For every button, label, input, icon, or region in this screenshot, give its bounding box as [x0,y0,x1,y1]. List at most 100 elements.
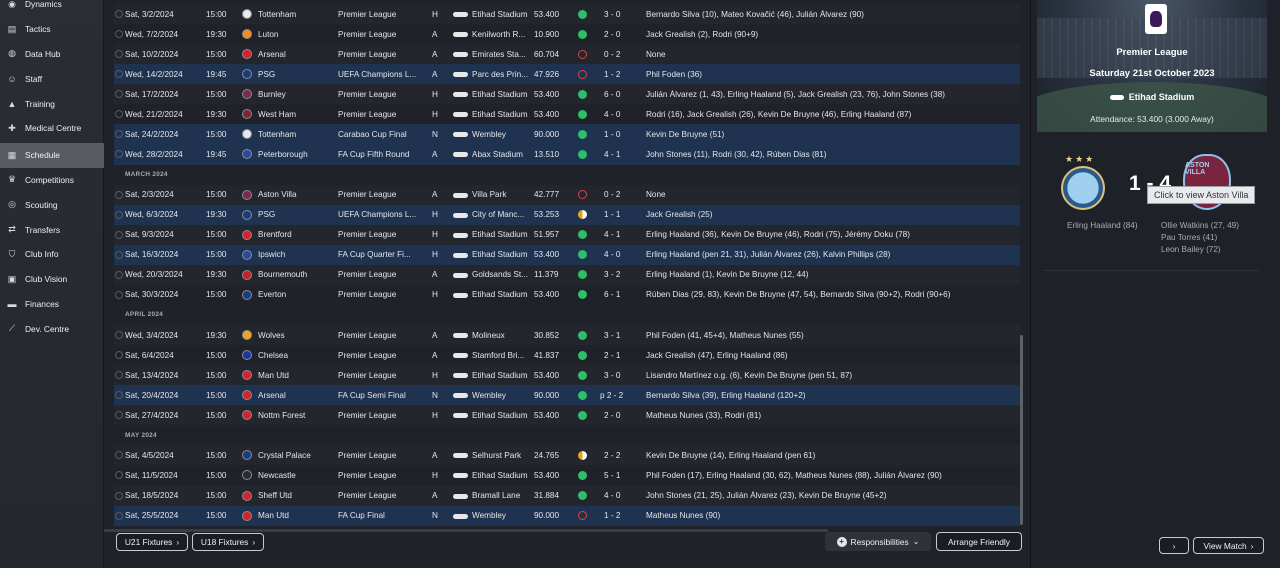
fixture-row[interactable]: Sat, 17/2/2024 15:00 Burnley Premier League… [114,84,1020,105]
arrange-friendly-button[interactable]: Arrange Friendly [936,532,1022,551]
select-checkbox[interactable] [115,411,123,420]
competition-name[interactable]: FA Cup Fifth Round [338,150,422,159]
select-checkbox[interactable] [115,210,123,219]
select-checkbox[interactable] [115,511,123,520]
competition-name[interactable]: Premier League [338,110,422,119]
select-checkbox[interactable] [115,50,123,59]
select-checkbox[interactable] [115,270,123,279]
u21-fixtures-button[interactable]: U21 Fixtures › [116,533,188,551]
fixture-row[interactable]: Sat, 27/4/2024 15:00 Nottm Forest Premier L… [114,405,1020,426]
opponent-name[interactable]: PSG [258,70,342,79]
competition-name[interactable]: Premier League [338,190,422,199]
select-checkbox[interactable] [115,230,123,239]
fixture-row[interactable]: Sat, 18/5/2024 15:00 Sheff Utd Premier Leag… [114,485,1020,506]
match-score[interactable]: 4 - 0 [604,110,644,119]
opponent-name[interactable]: Man Utd [258,511,342,520]
match-score[interactable]: 0 - 2 [604,50,644,59]
select-checkbox[interactable] [115,371,123,380]
responsibilities-button[interactable]: + Responsibilities ⌄ [825,532,931,551]
fixture-row[interactable]: Wed, 28/2/2024 19:45 Peterborough FA Cup Fi… [114,144,1020,165]
competition-name[interactable]: FA Cup Semi Final [338,391,422,400]
sidebar-item-competitions[interactable]: ♛ Competitions [0,168,104,193]
opponent-name[interactable]: PSG [258,210,342,219]
fixture-row[interactable]: Wed, 21/2/2024 19:30 West Ham Premier Leagu… [114,104,1020,125]
opponent-name[interactable]: Everton [258,290,342,299]
competition-name[interactable]: Premier League [338,90,422,99]
select-checkbox[interactable] [115,90,123,99]
fixture-row[interactable]: Wed, 14/2/2024 19:45 PSG UEFA Champions L..… [114,64,1020,85]
match-score[interactable]: 2 - 2 [604,451,644,460]
opponent-name[interactable]: Nottm Forest [258,411,342,420]
select-checkbox[interactable] [115,331,123,339]
match-score[interactable]: 3 - 0 [604,10,644,19]
match-score[interactable]: 5 - 1 [604,471,644,480]
fixture-row[interactable]: Sat, 30/3/2024 15:00 Everton Premier League… [114,284,1020,305]
opponent-name[interactable]: Luton [258,30,342,39]
select-checkbox[interactable] [115,130,123,139]
competition-name[interactable]: Premier League [338,451,422,460]
match-score[interactable]: 1 - 1 [604,210,644,219]
match-score[interactable]: 4 - 0 [604,491,644,500]
competition-name[interactable]: Premier League [338,10,422,19]
fixture-row[interactable]: Sat, 20/4/2024 15:00 Arsenal FA Cup Semi Fi… [114,385,1020,406]
next-match-button[interactable]: › [1159,537,1189,554]
sidebar-item-dynamics[interactable]: ◉ Dynamics [0,0,104,17]
select-checkbox[interactable] [115,391,123,400]
select-checkbox[interactable] [115,250,123,259]
fixture-row[interactable]: Sat, 24/2/2024 15:00 Tottenham Carabao Cup … [114,124,1020,145]
opponent-name[interactable]: Burnley [258,90,342,99]
opponent-name[interactable]: Tottenham [258,10,342,19]
view-match-button[interactable]: View Match › [1193,537,1264,554]
fixture-row[interactable]: Wed, 6/3/2024 19:30 PSG UEFA Champions L...… [114,204,1020,225]
fixture-row[interactable]: Sat, 11/5/2024 15:00 Newcastle Premier Leag… [114,465,1020,486]
competition-name[interactable]: Premier League [338,491,422,500]
fixture-row[interactable]: Sat, 13/4/2024 15:00 Man Utd Premier League… [114,365,1020,386]
opponent-name[interactable]: Wolves [258,331,342,340]
competition-name[interactable]: Premier League [338,290,422,299]
sidebar-item-medical-centre[interactable]: ✚ Medical Centre [0,116,104,141]
competition-name[interactable]: Premier League [338,371,422,380]
fixture-row[interactable]: Wed, 3/4/2024 19:30 Wolves Premier League A M… [114,325,1020,346]
sidebar-item-schedule[interactable]: ▦ Schedule [0,142,104,168]
select-checkbox[interactable] [115,110,123,119]
select-checkbox[interactable] [115,10,123,18]
opponent-name[interactable]: West Ham [258,110,342,119]
match-score[interactable]: p 2 - 2 [600,391,640,400]
sidebar-item-club-vision[interactable]: ▣ Club Vision [0,267,104,292]
competition-name[interactable]: FA Cup Quarter Fi... [338,250,422,259]
match-score[interactable]: 6 - 0 [604,90,644,99]
opponent-name[interactable]: Sheff Utd [258,491,342,500]
opponent-name[interactable]: Chelsea [258,351,342,360]
competition-name[interactable]: Premier League [338,270,422,279]
competition-name[interactable]: Premier League [338,471,422,480]
match-score[interactable]: 4 - 1 [604,230,644,239]
competition-name[interactable]: UEFA Champions L... [338,70,422,79]
fixtures-scrollbar[interactable] [1020,335,1023,525]
sidebar-item-tactics[interactable]: ▤ Tactics [0,17,104,42]
fixture-row[interactable]: Wed, 7/2/2024 19:30 Luton Premier League A Ke… [114,24,1020,45]
opponent-name[interactable]: Arsenal [258,50,342,59]
fixture-row[interactable]: Sat, 10/2/2024 15:00 Arsenal Premier League… [114,44,1020,65]
competition-name[interactable]: FA Cup Final [338,511,422,520]
sidebar-item-data-hub[interactable]: ◍ Data Hub [0,42,104,67]
man-city-badge[interactable] [1061,166,1105,210]
fixture-row[interactable]: Sat, 2/3/2024 15:00 Aston Villa Premier Lea… [114,184,1020,205]
competition-name[interactable]: Carabao Cup Final [338,130,422,139]
fixture-row[interactable]: Sat, 3/2/2024 15:00 Tottenham Premier Leagu… [114,4,1020,25]
opponent-name[interactable]: Peterborough [258,150,342,159]
opponent-name[interactable]: Ipswich [258,250,342,259]
opponent-name[interactable]: Aston Villa [258,190,342,199]
match-score[interactable]: 0 - 2 [604,190,644,199]
fixture-row[interactable]: Sat, 6/4/2024 15:00 Chelsea Premier League A… [114,345,1020,366]
opponent-name[interactable]: Crystal Palace [258,451,342,460]
sidebar-item-transfers[interactable]: ⇄ Transfers [0,217,104,242]
sidebar-item-training[interactable]: ▲ Training [0,91,104,116]
competition-name[interactable]: Premier League [338,331,422,340]
select-checkbox[interactable] [115,351,123,360]
opponent-name[interactable]: Newcastle [258,471,342,480]
select-checkbox[interactable] [115,190,123,199]
sidebar-item-dev-centre[interactable]: ⟋ Dev. Centre [0,316,104,341]
select-checkbox[interactable] [115,451,123,460]
select-checkbox[interactable] [115,150,123,159]
match-score[interactable]: 6 - 1 [604,290,644,299]
